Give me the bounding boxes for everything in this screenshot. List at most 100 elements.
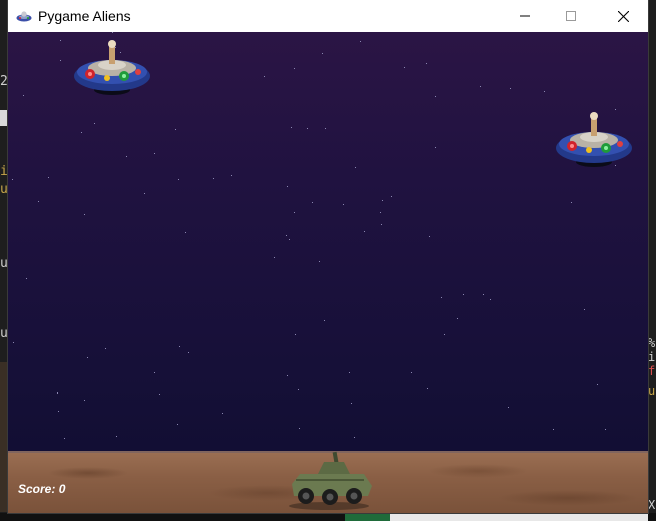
star	[60, 40, 61, 41]
star	[13, 342, 14, 343]
star	[295, 334, 296, 335]
title-bar[interactable]: Pygame Aliens	[8, 0, 648, 32]
star	[319, 261, 320, 262]
star	[463, 294, 464, 295]
background-text: u	[0, 326, 8, 341]
star	[38, 201, 39, 202]
star	[364, 231, 365, 232]
star	[435, 96, 436, 97]
star	[597, 384, 598, 385]
star	[490, 299, 491, 300]
star	[584, 309, 585, 310]
score-label: Score:	[18, 482, 56, 496]
star	[287, 186, 288, 187]
star	[289, 239, 290, 240]
star	[457, 318, 458, 319]
star	[354, 437, 355, 438]
star	[222, 413, 223, 414]
star	[435, 147, 436, 148]
star	[380, 212, 381, 213]
star	[264, 76, 265, 77]
background-text: 2	[0, 74, 8, 89]
star	[298, 389, 299, 390]
star	[411, 372, 412, 373]
star	[294, 68, 295, 69]
background-terminal-left: 2 i u u u	[0, 0, 8, 521]
star	[185, 232, 186, 233]
score-value: 0	[58, 482, 66, 496]
game-canvas[interactable]: Score: 0	[8, 32, 648, 513]
star	[571, 202, 572, 203]
tank-sprite	[289, 451, 372, 510]
star	[427, 388, 428, 389]
background-text: %	[648, 336, 656, 350]
star	[294, 212, 295, 213]
window-title: Pygame Aliens	[38, 8, 131, 24]
star	[274, 257, 275, 258]
background-text: u	[0, 256, 8, 271]
star	[291, 127, 292, 128]
star	[510, 88, 511, 89]
star	[179, 346, 180, 347]
ufo-alien-sprite	[74, 40, 150, 95]
background-text: i	[0, 164, 8, 179]
star	[312, 202, 313, 203]
maximize-button[interactable]	[548, 0, 594, 32]
close-icon	[617, 10, 629, 22]
star	[324, 320, 325, 321]
background-taskbar-strip	[0, 513, 656, 521]
star	[58, 411, 59, 412]
star	[60, 60, 61, 61]
star	[444, 334, 445, 335]
background-terminal-right: % i f u X	[648, 0, 656, 521]
star	[349, 372, 350, 373]
game-window: Pygame Aliens Score: 0	[8, 0, 648, 513]
star	[188, 352, 189, 353]
star	[105, 348, 106, 349]
minimize-button[interactable]	[502, 0, 548, 32]
star	[154, 153, 155, 154]
background-text: u	[0, 182, 8, 197]
star	[404, 67, 405, 68]
star	[154, 372, 155, 373]
star	[322, 53, 323, 54]
star	[81, 132, 82, 133]
background-strip	[0, 362, 8, 512]
star	[299, 428, 300, 429]
star	[553, 429, 554, 430]
background-strip	[0, 110, 8, 126]
star	[26, 278, 27, 279]
star	[177, 424, 178, 425]
star	[441, 297, 442, 298]
star	[382, 200, 383, 201]
star	[483, 294, 484, 295]
star	[429, 236, 430, 237]
star	[360, 41, 361, 42]
star	[544, 91, 545, 92]
ufo-alien-sprite	[556, 112, 632, 167]
star	[159, 394, 160, 395]
star	[307, 128, 308, 129]
close-button[interactable]	[600, 0, 646, 32]
star	[355, 167, 356, 168]
star	[116, 436, 117, 437]
star	[480, 86, 481, 87]
background-text: X	[648, 498, 656, 512]
star	[231, 175, 232, 176]
ufo-icon	[16, 11, 32, 22]
star	[57, 393, 58, 394]
star	[287, 375, 288, 376]
star	[48, 177, 49, 178]
star	[12, 179, 13, 180]
star	[94, 123, 95, 124]
minimize-icon	[520, 15, 530, 17]
star	[84, 214, 85, 215]
background-text: f	[648, 364, 656, 378]
star	[343, 204, 344, 205]
star	[175, 129, 176, 130]
maximize-icon	[566, 11, 576, 21]
star	[126, 156, 127, 157]
star	[213, 178, 214, 179]
star	[144, 193, 145, 194]
background-text: u	[648, 384, 656, 398]
